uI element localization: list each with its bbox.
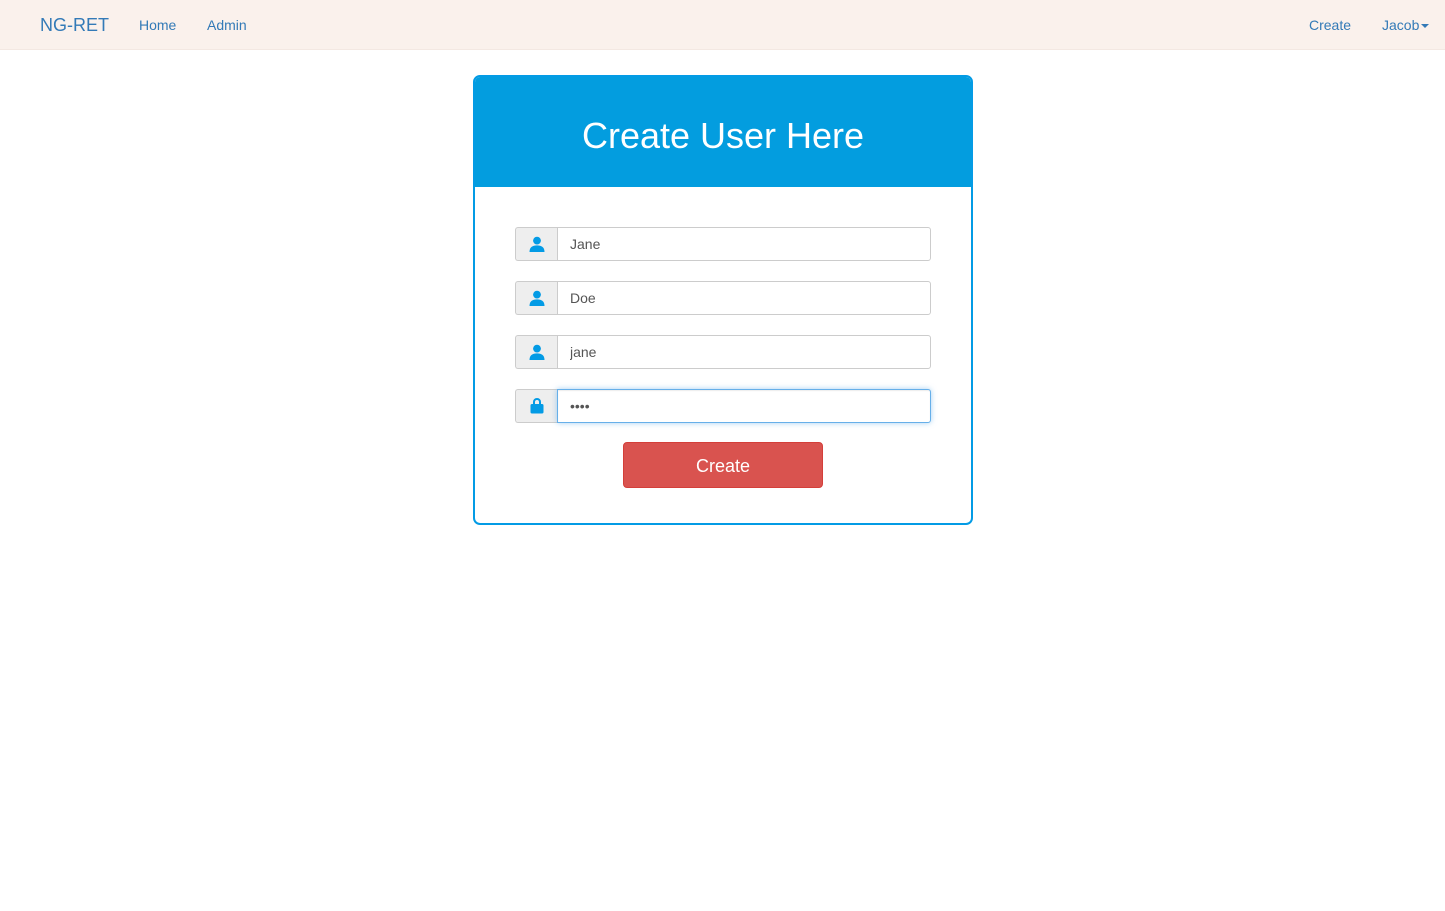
username-addon [515,335,557,369]
last-name-group [515,281,931,315]
last-name-addon [515,281,557,315]
password-group [515,389,931,423]
password-addon [515,389,557,423]
top-navbar: NG-RET Home Admin Create Jacob [0,0,1445,50]
first-name-group [515,227,931,261]
last-name-input[interactable] [557,281,931,315]
user-dropdown-toggle[interactable]: Jacob [1382,16,1430,34]
brand-link[interactable]: NG-RET [40,14,109,36]
username-group [515,335,931,369]
user-icon [529,344,545,360]
create-button[interactable]: Create [623,442,823,488]
nav-create-link[interactable]: Create [1309,16,1351,34]
first-name-input[interactable] [557,227,931,261]
lock-icon [530,398,544,414]
create-user-panel: Create User Here Jane Doe jane •••• Crea… [473,75,973,525]
nav-home-link[interactable]: Home [139,16,176,34]
user-icon [529,236,545,252]
page-title: Create User Here [581,115,865,156]
panel-heading: Create User Here [475,77,971,187]
username-input[interactable] [557,335,931,369]
user-icon [529,290,545,306]
nav-admin-link[interactable]: Admin [207,16,247,34]
user-name-label: Jacob [1382,17,1420,33]
password-input[interactable] [557,389,931,423]
first-name-addon [515,227,557,261]
caret-down-icon [1421,24,1430,29]
